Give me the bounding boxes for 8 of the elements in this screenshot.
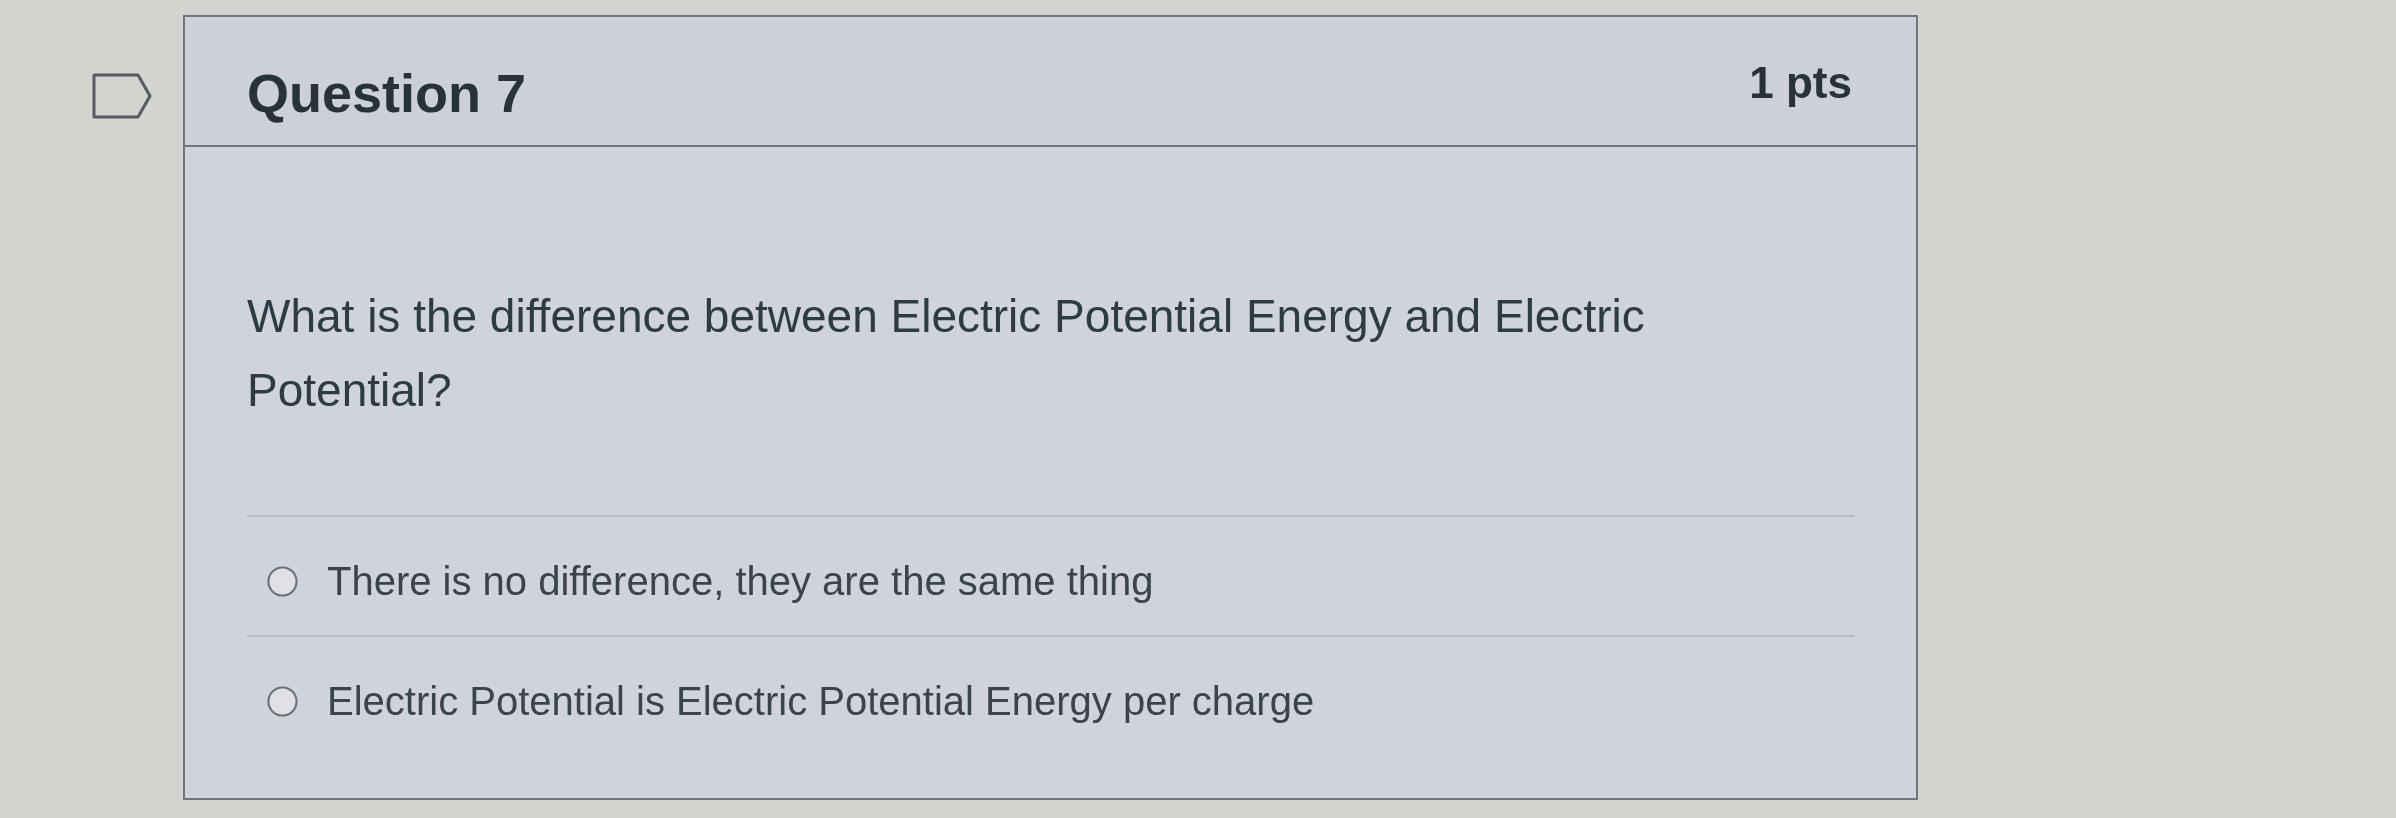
- answer-option[interactable]: Electric Potential is Electric Potential Energy per charge: [327, 671, 1315, 731]
- answer-option[interactable]: There is no difference, they are the same thing: [327, 551, 1154, 611]
- radio-button[interactable]: [267, 685, 298, 717]
- points-label: 1 pts: [1749, 57, 1852, 109]
- question-title: Question 7: [247, 62, 527, 125]
- question-text: What is the difference between Electric Potential Energy and Electric Potential?: [247, 289, 1646, 418]
- flag-icon[interactable]: [92, 73, 152, 119]
- radio-button[interactable]: [267, 565, 298, 597]
